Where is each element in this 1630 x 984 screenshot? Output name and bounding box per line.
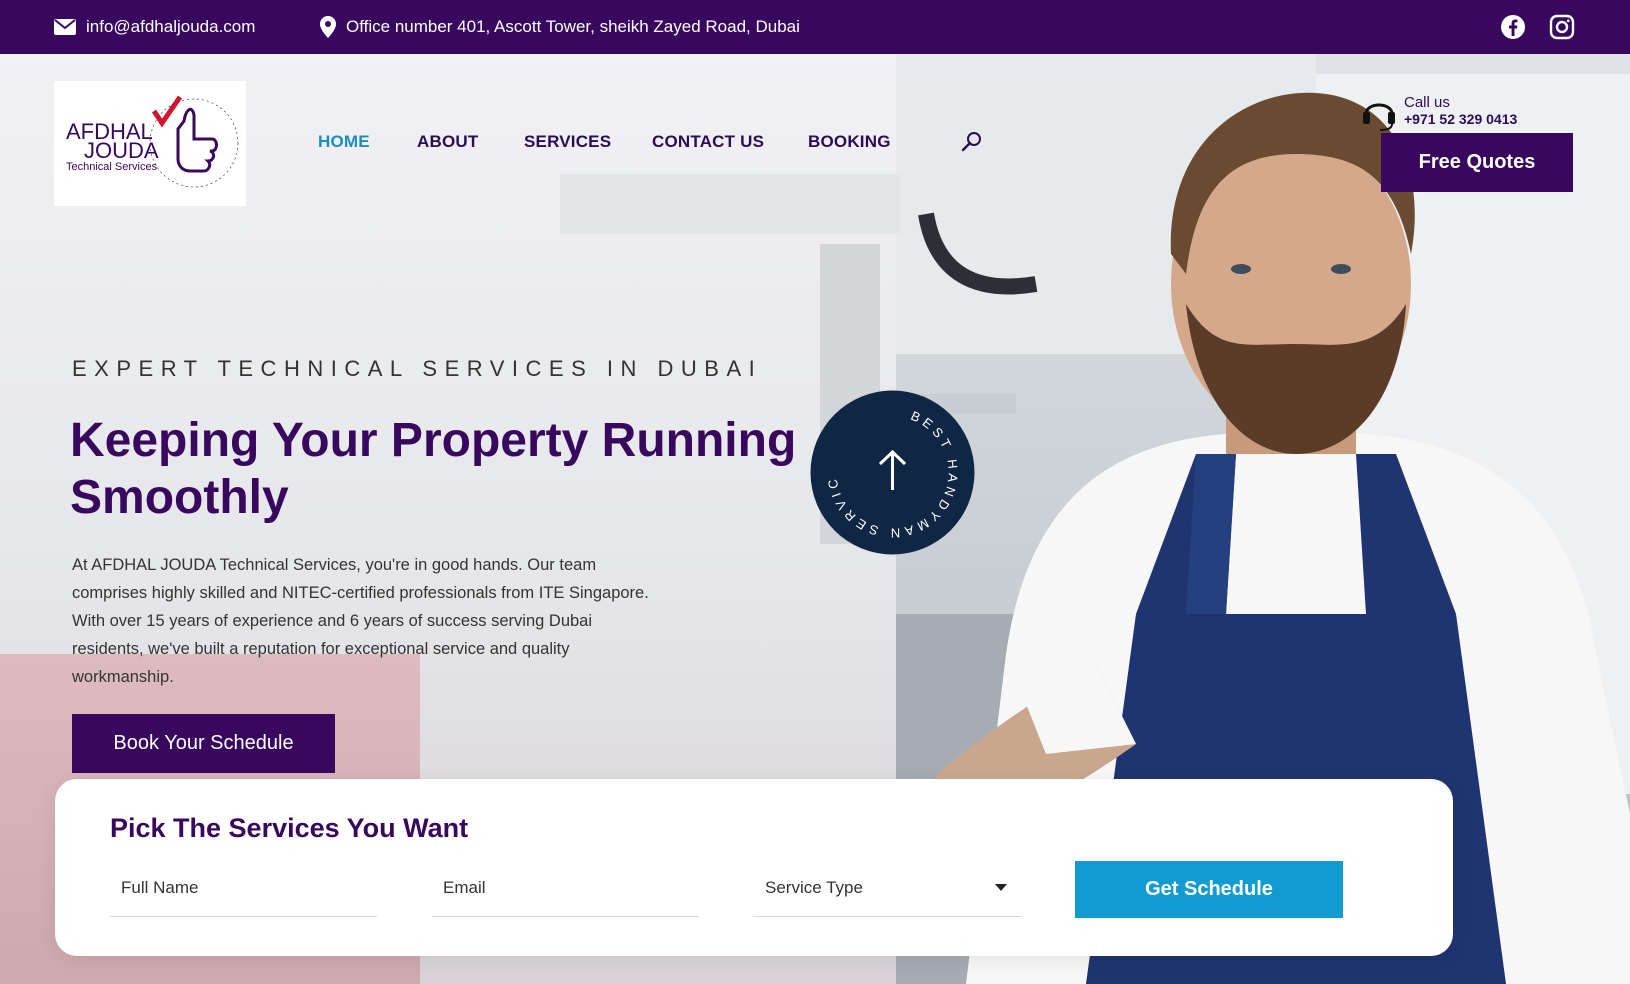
logo-graphic: AFDHAL JOUDA Technical Services: [66, 95, 239, 188]
book-schedule-button[interactable]: Book Your Schedule: [72, 714, 335, 773]
nav-home[interactable]: HOME: [318, 132, 370, 152]
mail-icon: [54, 19, 76, 35]
call-number[interactable]: +971 52 329 0413: [1404, 111, 1517, 127]
instagram-icon[interactable]: [1549, 14, 1575, 40]
hero-paragraph: At AFDHAL JOUDA Technical Services, you'…: [72, 556, 649, 686]
nav-about[interactable]: ABOUT: [417, 132, 478, 152]
address-text: Office number 401, Ascott Tower, sheikh …: [346, 17, 800, 36]
get-schedule-button[interactable]: Get Schedule: [1075, 861, 1343, 918]
full-name-input[interactable]: [121, 877, 377, 898]
location-pin-icon: [320, 16, 336, 38]
nav-services[interactable]: SERVICES: [524, 132, 611, 152]
hero-tagline: EXPERT TECHNICAL SERVICES IN DUBAI: [72, 356, 763, 381]
service-type-value: Service Type: [765, 877, 863, 897]
address-contact: Office number 401, Ascott Tower, sheikh …: [320, 0, 800, 54]
facebook-icon[interactable]: [1500, 14, 1526, 40]
call-us[interactable]: Call us +971 52 329 0413: [1362, 94, 1532, 134]
logo-line2: JOUDA: [84, 138, 159, 163]
service-form-card: Pick The Services You Want Service Type …: [55, 779, 1453, 956]
nav-booking[interactable]: BOOKING: [808, 132, 891, 152]
hero-headline: Keeping Your Property Running Smoothly: [70, 414, 797, 524]
email-field[interactable]: [432, 859, 699, 917]
email-input[interactable]: [443, 877, 699, 898]
top-bar: info@afdhaljouda.com Office number 401, …: [0, 0, 1630, 54]
search-icon[interactable]: [960, 130, 984, 154]
hero-section: AFDHAL JOUDA Technical Services HOME ABO…: [0, 54, 1630, 984]
email-contact[interactable]: info@afdhaljouda.com: [54, 0, 255, 54]
sink-decoration: [560, 174, 900, 234]
full-name-field[interactable]: [110, 859, 377, 917]
nav-contact-us[interactable]: CONTACT US: [652, 132, 764, 152]
service-type-select[interactable]: Service Type: [754, 859, 1021, 917]
handyman-badge: BEST HANDYMAN SERVICES: [810, 390, 975, 555]
site-logo[interactable]: AFDHAL JOUDA Technical Services: [54, 81, 246, 206]
headset-icon: [1363, 103, 1395, 131]
caret-down-icon: [995, 883, 1007, 891]
form-title: Pick The Services You Want: [110, 813, 469, 843]
logo-line3: Technical Services: [66, 161, 158, 173]
free-quotes-button[interactable]: Free Quotes: [1381, 133, 1573, 192]
call-label: Call us: [1404, 94, 1450, 111]
email-text[interactable]: info@afdhaljouda.com: [86, 17, 255, 37]
